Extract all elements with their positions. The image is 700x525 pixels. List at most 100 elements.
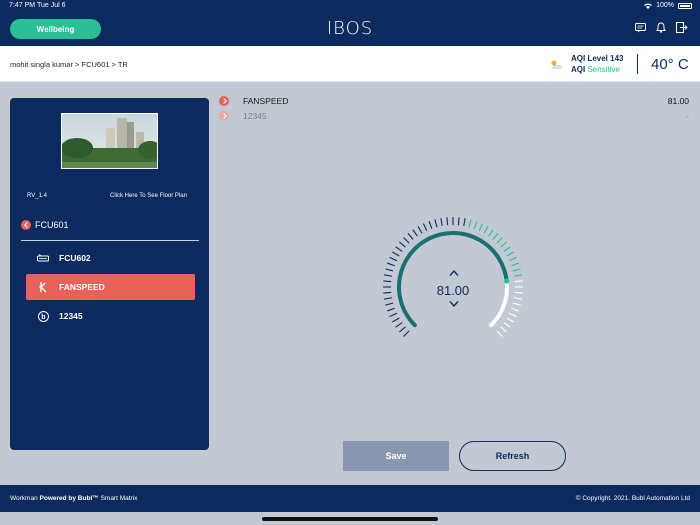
fanspeed-gauge[interactable] bbox=[375, 212, 530, 342]
gauge-tick bbox=[389, 312, 398, 318]
gauge-tick bbox=[478, 223, 484, 232]
gauge-tick bbox=[385, 268, 394, 272]
back-icon[interactable] bbox=[21, 220, 31, 230]
aqi-prefix: AQI bbox=[571, 65, 586, 74]
gauge-tick bbox=[463, 217, 466, 227]
increase-chevron-icon[interactable] bbox=[448, 269, 460, 277]
reading-row[interactable]: FANSPEED 81.00 bbox=[219, 93, 689, 108]
gauge-tick bbox=[412, 229, 418, 237]
gauge-tick bbox=[473, 221, 478, 229]
fan-speed-icon bbox=[35, 281, 51, 293]
gauge-tick bbox=[511, 307, 519, 312]
logout-icon[interactable] bbox=[676, 22, 688, 33]
gauge-tick bbox=[500, 326, 507, 333]
save-button[interactable]: Save bbox=[343, 441, 449, 471]
gauge-tick bbox=[392, 317, 400, 323]
footer-credit: Workman Powered by Bubl™ Smart Matrix bbox=[10, 495, 137, 502]
gauge-tick bbox=[496, 237, 503, 244]
reading-value: - bbox=[686, 110, 689, 121]
svg-text:b: b bbox=[41, 314, 45, 321]
fan-coil-icon bbox=[35, 254, 51, 262]
footer-prefix: Workman bbox=[10, 495, 38, 502]
gauge-tick bbox=[503, 246, 511, 252]
gauge-tick bbox=[383, 274, 393, 277]
status-right: 100% bbox=[644, 2, 692, 9]
device-panel: RV_1.4 Click Here To See Floor Plan FCU6… bbox=[10, 98, 209, 450]
gauge-tick bbox=[434, 219, 438, 228]
gauge-tick bbox=[387, 262, 395, 267]
reading-label: 12345 bbox=[243, 110, 267, 121]
gauge-tick bbox=[483, 226, 489, 234]
gauge-tick bbox=[407, 233, 414, 240]
device-item-label: FCU602 bbox=[59, 253, 91, 263]
gauge-tick bbox=[395, 246, 403, 252]
gauge-handle bbox=[504, 278, 510, 284]
gauge-tick bbox=[512, 268, 521, 272]
gauge-tick bbox=[385, 302, 394, 306]
gauge-tick bbox=[399, 326, 406, 333]
battery-percent: 100% bbox=[656, 2, 674, 9]
aqi-status: Sensitive bbox=[587, 65, 620, 74]
home-indicator bbox=[262, 517, 438, 521]
gauge-tick bbox=[395, 322, 403, 328]
gauge-tick bbox=[506, 317, 514, 323]
gauge-tick bbox=[387, 307, 395, 312]
gauge-tick bbox=[488, 229, 494, 237]
breadcrumb: mohit singla kumar > FCU601 > TR bbox=[10, 60, 128, 69]
gauge-tick bbox=[392, 251, 400, 257]
gauge-tick bbox=[513, 297, 523, 300]
parent-device[interactable]: FCU601 bbox=[21, 220, 69, 230]
app-header: Wellbeing IBOS bbox=[0, 12, 700, 46]
gauge-tick bbox=[500, 241, 507, 248]
gauge-tick bbox=[457, 217, 460, 226]
gauge-tick bbox=[403, 330, 410, 337]
gauge-tick bbox=[428, 221, 433, 229]
readings-list: FANSPEED 81.00 12345 - bbox=[219, 93, 689, 123]
outdoor-temperature: 40° C bbox=[651, 56, 689, 73]
gauge-tick bbox=[496, 330, 503, 337]
gauge-tick bbox=[506, 251, 514, 257]
message-icon[interactable] bbox=[635, 22, 646, 33]
wellbeing-button[interactable]: Wellbeing bbox=[10, 19, 101, 39]
gauge-tick bbox=[403, 237, 410, 244]
gauge-tick bbox=[389, 256, 398, 262]
chevron-right-icon bbox=[219, 95, 229, 106]
status-date: Tue Jul 6 bbox=[37, 2, 66, 9]
gauge-tick bbox=[383, 297, 393, 300]
room-code: RV_1.4 bbox=[27, 193, 47, 199]
gauge-tick bbox=[468, 219, 472, 228]
b-circle-icon: b bbox=[35, 310, 51, 322]
reading-value: 81.00 bbox=[667, 95, 689, 106]
gauge-tick bbox=[422, 223, 428, 232]
gauge-track bbox=[489, 279, 509, 328]
gauge-value: 81.00 bbox=[436, 283, 470, 298]
battery-icon bbox=[678, 2, 692, 9]
device-item-fcu602[interactable]: FCU602 bbox=[26, 245, 195, 271]
footer-powered: Powered by Bubl™ bbox=[39, 495, 99, 502]
device-item-12345[interactable]: b 12345 bbox=[26, 303, 195, 329]
gauge-tick bbox=[417, 226, 423, 234]
refresh-button[interactable]: Refresh bbox=[459, 441, 566, 471]
gauge-fill bbox=[397, 231, 509, 328]
gauge-tick bbox=[446, 217, 449, 226]
bell-icon[interactable] bbox=[656, 22, 666, 33]
gauge-tick bbox=[512, 302, 521, 306]
footer-suffix: Smart Matrix bbox=[100, 495, 138, 502]
floor-plan-link[interactable]: Click Here To See Floor Plan bbox=[110, 193, 187, 199]
status-time: 7:47 PM bbox=[9, 2, 36, 9]
gauge-tick bbox=[383, 280, 392, 283]
device-item-label: 12345 bbox=[59, 311, 83, 321]
gauge-tick bbox=[440, 217, 443, 227]
aqi-level: AQI Level 143 bbox=[571, 54, 624, 63]
footer-copyright: © Copyright. 2021. Bubl Automation Ltd bbox=[575, 495, 690, 502]
reading-label: FANSPEED bbox=[243, 95, 289, 106]
reading-row[interactable]: 12345 - bbox=[219, 108, 689, 123]
wifi-icon bbox=[644, 3, 653, 9]
decrease-chevron-icon[interactable] bbox=[448, 300, 460, 308]
panel-divider bbox=[21, 240, 199, 241]
gauge-tick bbox=[399, 241, 406, 248]
gauge-tick bbox=[503, 322, 511, 328]
gauge-tick bbox=[383, 291, 392, 294]
device-item-fanspeed[interactable]: FANSPEED bbox=[26, 274, 195, 300]
gauge-tick bbox=[508, 312, 517, 318]
